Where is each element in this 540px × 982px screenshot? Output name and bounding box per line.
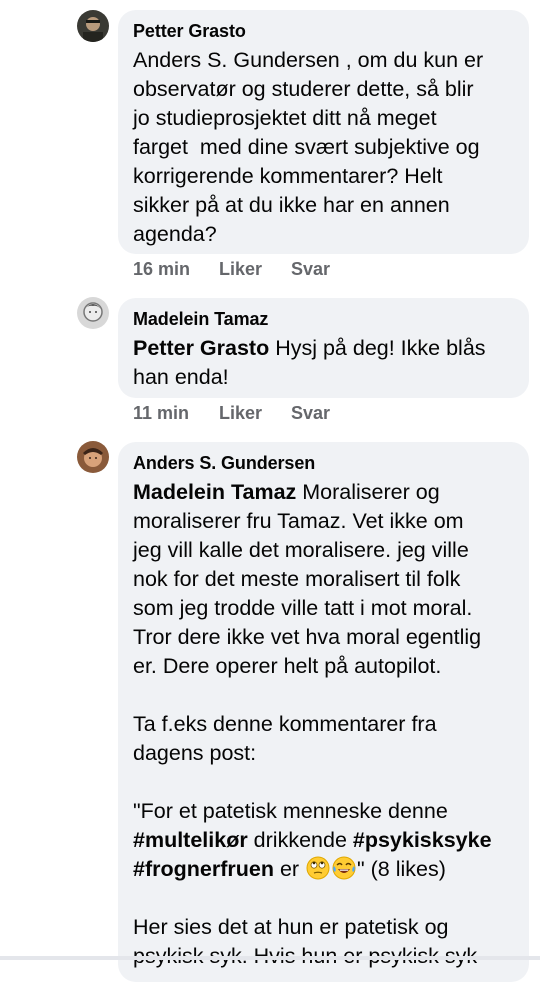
reply-button[interactable]: Svar [291,259,330,280]
comment-text: Anders S. Gundersen , om du kun er obser… [133,48,484,246]
comment-text: Madelein Tamaz Moraliserer og moralisere… [133,480,492,968]
comment-text: Petter Grasto Hysj på deg! Ikke blås han… [133,336,486,389]
mention-link[interactable]: Madelein Tamaz [133,480,296,504]
crying-laughing-emoji-icon [332,856,356,880]
like-button[interactable]: Liker [219,403,291,424]
mention-link[interactable]: Petter Grasto [133,336,269,360]
avatar-madelein-tamaz[interactable] [77,297,109,329]
comment-bubble: Anders S. Gundersen Madelein Tamaz Moral… [118,442,529,982]
comment-author[interactable]: Petter Grasto [133,20,515,42]
hashtag-multelikor[interactable]: #multelikør [133,828,248,852]
comment-author[interactable]: Anders S. Gundersen [133,452,515,474]
comment-bubble: Madelein Tamaz Petter Grasto Hysj på deg… [118,298,529,398]
comment-bubble: Petter Grasto Anders S. Gundersen , om d… [118,10,529,254]
hashtag-frognerfruen[interactable]: #frognerfruen [133,857,274,881]
rolling-eyes-emoji-icon [306,856,330,880]
comment-author[interactable]: Madelein Tamaz [133,308,515,330]
hashtag-psykisksyke[interactable]: #psykisksyke [353,828,492,852]
comment-actions: 11 min Liker Svar [133,403,330,424]
comment-actions: 16 min Liker Svar [133,259,330,280]
reply-button[interactable]: Svar [291,403,330,424]
bottom-divider [0,956,540,960]
like-button[interactable]: Liker [219,259,291,280]
comment-time[interactable]: 11 min [133,403,219,424]
avatar-anders-gundersen[interactable] [77,441,109,473]
comment-time[interactable]: 16 min [133,259,219,280]
avatar-petter-grasto[interactable] [77,10,109,42]
